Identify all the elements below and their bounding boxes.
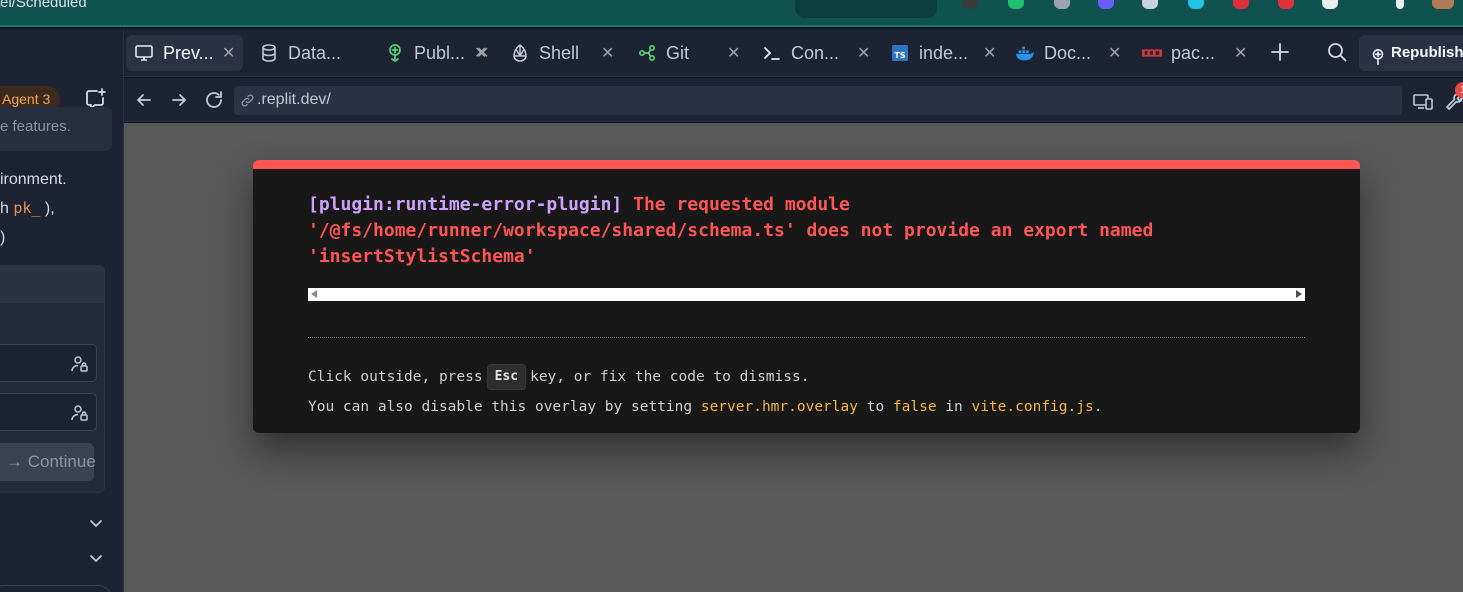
publish-icon (385, 43, 405, 63)
extension-icon[interactable] (1098, 0, 1114, 9)
preview-address-bar: .replit.dev/ 1 (124, 78, 1463, 122)
agent-message-line: ironment. (0, 171, 67, 188)
extension-icon[interactable] (1188, 0, 1204, 9)
scroll-right-icon[interactable] (1296, 290, 1302, 298)
agent-message-line: ) (0, 229, 6, 246)
faded-message-text: e features. (0, 118, 71, 135)
dismiss-tip: Click outside, press Esc key, or fix the c… (308, 364, 809, 390)
back-arrow-icon[interactable] (133, 89, 155, 111)
disable-overlay-tip: You can also disable this overlay by set… (308, 399, 1103, 415)
database-icon (259, 43, 279, 63)
reload-icon[interactable] (203, 89, 225, 111)
extension-icon[interactable] (962, 0, 978, 9)
user-lock-icon[interactable] (70, 354, 90, 374)
config-file: vite.config.js (971, 399, 1094, 415)
tab-git[interactable]: Git ✕ (637, 35, 747, 71)
close-icon[interactable]: ✕ (601, 43, 614, 63)
new-tab-icon[interactable] (1268, 40, 1292, 64)
chevron-down-icon[interactable] (87, 514, 105, 532)
extension-icon[interactable] (1142, 0, 1158, 9)
secret-input-field[interactable] (0, 393, 97, 431)
browser-url-fragment[interactable]: el/Scheduled (0, 0, 87, 14)
form-card-header (0, 265, 105, 303)
extension-icon[interactable] (1396, 0, 1404, 9)
extension-icon[interactable] (1233, 0, 1249, 9)
monitor-icon (134, 43, 154, 63)
republish-button[interactable]: Republish (1359, 35, 1463, 71)
close-icon[interactable]: ✕ (476, 43, 489, 63)
extension-icon[interactable] (1008, 0, 1024, 9)
close-icon[interactable]: ✕ (983, 43, 996, 63)
error-message: [plugin:runtime-error-plugin] The reques… (308, 192, 1298, 270)
url-input[interactable]: .replit.dev/ (234, 86, 1402, 115)
tab-database[interactable]: Data... ✕ (259, 35, 487, 71)
horizontal-scrollbar[interactable] (308, 288, 1305, 301)
close-icon[interactable]: ✕ (727, 43, 740, 63)
user-lock-icon[interactable] (70, 403, 90, 423)
close-icon[interactable]: ✕ (1108, 43, 1121, 63)
error-plugin-name: [plugin:runtime-error-plugin] (308, 194, 623, 215)
tab-preview[interactable]: Prev... ✕ (126, 35, 243, 71)
tab-index-ts[interactable]: TS inde... ✕ (890, 35, 1002, 71)
secret-input-field[interactable] (0, 344, 97, 382)
package-icon (1142, 43, 1162, 63)
close-icon[interactable]: ✕ (857, 43, 870, 63)
config-value: false (892, 399, 937, 415)
close-icon[interactable]: ✕ (1234, 43, 1247, 63)
publish-icon (1369, 44, 1387, 65)
tab-publishing[interactable]: Publ... ✕ (385, 35, 505, 71)
overlay-divider (308, 337, 1305, 338)
esc-key: Esc (486, 364, 527, 390)
url-text: .replit.dev/ (257, 91, 331, 108)
chevron-down-icon[interactable] (87, 549, 105, 567)
shell-icon (510, 43, 530, 63)
console-icon (762, 43, 782, 63)
close-icon[interactable]: ✕ (222, 43, 235, 63)
search-icon[interactable] (1326, 41, 1348, 63)
tab-console[interactable]: Con... ✕ (762, 35, 874, 71)
agent-panel: Agent 3 e features. ironment. h pk_ ), )… (0, 29, 124, 592)
vite-error-overlay[interactable]: [plugin:runtime-error-plugin] The reques… (253, 160, 1360, 433)
link-icon (239, 92, 256, 109)
inline-code: pk_ (13, 199, 41, 217)
docker-icon (1015, 43, 1035, 63)
extension-icon[interactable] (1322, 0, 1338, 9)
scroll-left-icon[interactable] (311, 290, 317, 298)
tab-shell[interactable]: Shell ✕ (510, 35, 620, 71)
chat-input-box[interactable] (0, 585, 112, 592)
tab-docker[interactable]: Doc... ✕ (1015, 35, 1127, 71)
git-icon (637, 43, 657, 63)
workspace-tab-bar: Prev... ✕ Data... ✕ Publ... ✕ Shell ✕ Gi… (124, 29, 1463, 77)
config-key: server.hmr.overlay (700, 399, 858, 415)
extension-icon[interactable] (1278, 0, 1294, 9)
browser-action-icons[interactable] (795, 0, 937, 18)
browser-toolbar: el/Scheduled (0, 0, 1463, 27)
tab-package[interactable]: pac... ✕ (1142, 35, 1254, 71)
agent-message-line: h pk_ ), (0, 199, 55, 217)
devices-icon[interactable] (1412, 90, 1434, 112)
extension-icon[interactable] (1054, 0, 1070, 9)
profile-avatar[interactable] (1432, 0, 1454, 9)
forward-arrow-icon[interactable] (168, 89, 190, 111)
continue-button[interactable]: → Continue (0, 443, 96, 481)
replit-workspace: el/Scheduled Agent 3 e features. ironmen… (0, 0, 1463, 592)
typescript-icon: TS (890, 43, 910, 63)
svg-text:TS: TS (894, 51, 905, 60)
